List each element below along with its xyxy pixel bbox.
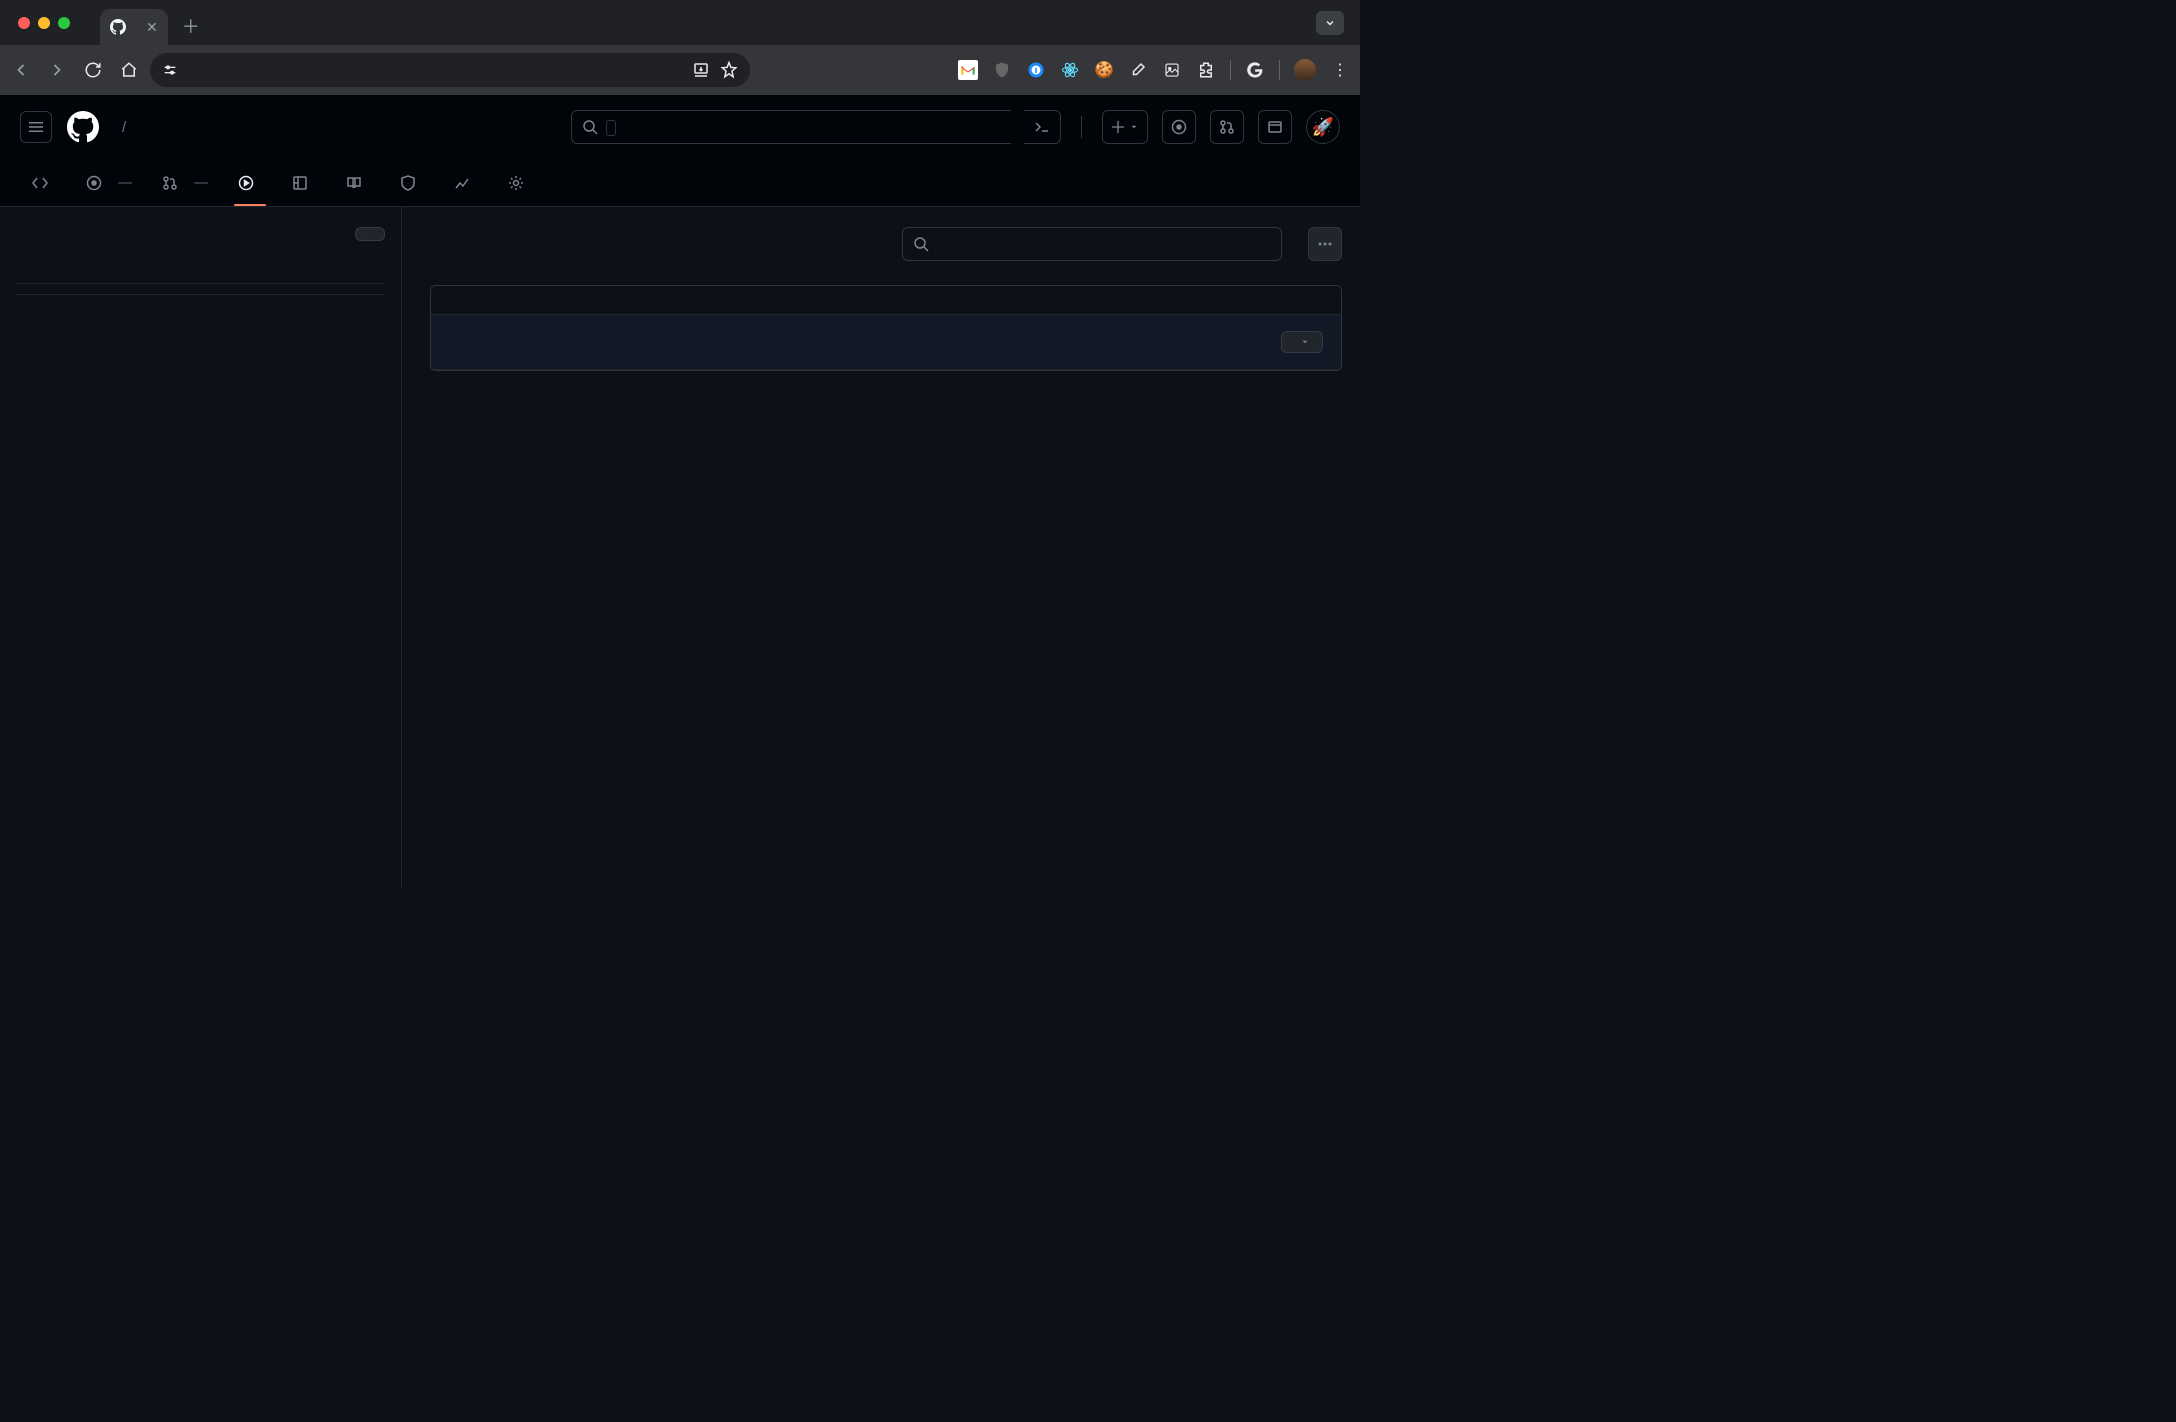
project-icon	[292, 175, 308, 191]
new-workflow-button[interactable]	[355, 227, 385, 241]
ublock-extension-icon[interactable]	[992, 60, 1012, 80]
bookmark-icon[interactable]	[720, 61, 738, 79]
user-avatar-button[interactable]: 🚀	[1306, 110, 1340, 144]
rocket-icon: 🚀	[1312, 117, 1334, 138]
reload-button[interactable]	[82, 59, 104, 81]
workflow-main	[402, 207, 1360, 889]
github-search[interactable]	[571, 110, 1011, 144]
breadcrumb-separator: /	[122, 119, 126, 136]
nav-menu-button[interactable]	[20, 111, 52, 143]
tab-security[interactable]	[388, 161, 436, 205]
react-devtools-extension-icon[interactable]	[1060, 60, 1080, 80]
close-window-button[interactable]	[18, 17, 30, 29]
pr-icon	[162, 175, 178, 191]
issues-count-badge	[118, 182, 132, 184]
close-tab-icon[interactable]: ✕	[142, 19, 158, 36]
toolbar-divider	[1230, 60, 1231, 80]
profile-avatar[interactable]	[1294, 59, 1316, 81]
tab-issues[interactable]	[74, 161, 144, 205]
search-icon	[582, 119, 598, 135]
notifications-button[interactable]	[1258, 110, 1292, 144]
minimize-window-button[interactable]	[38, 17, 50, 29]
github-header: / 🚀	[0, 95, 1360, 159]
issues-global-button[interactable]	[1162, 110, 1196, 144]
graph-icon	[454, 175, 470, 191]
chrome-menu-button[interactable]: ⋮	[1330, 60, 1350, 80]
address-bar[interactable]	[150, 53, 750, 87]
pixel-extension-icon[interactable]	[1162, 60, 1182, 80]
github-favicon-icon	[110, 19, 126, 35]
runs-container	[430, 285, 1342, 371]
dispatch-banner	[431, 315, 1341, 370]
browser-tab[interactable]: ✕	[100, 9, 168, 45]
search-prompt	[606, 119, 616, 135]
tabs-dropdown-button[interactable]	[1316, 11, 1344, 35]
extensions-button[interactable]	[1196, 60, 1216, 80]
gmail-extension-icon[interactable]	[958, 60, 978, 80]
eyedropper-extension-icon[interactable]	[1128, 60, 1148, 80]
actions-sidebar	[0, 207, 402, 889]
command-palette-button[interactable]	[1024, 110, 1061, 144]
play-icon	[238, 175, 254, 191]
tab-settings[interactable]	[496, 161, 544, 205]
create-new-button[interactable]	[1102, 110, 1148, 144]
google-account-icon[interactable]	[1245, 60, 1265, 80]
tab-insights[interactable]	[442, 161, 490, 205]
repo-nav	[0, 159, 1360, 207]
home-button[interactable]	[118, 59, 140, 81]
sidebar-divider	[16, 294, 385, 295]
header-divider	[1081, 116, 1082, 138]
1password-extension-icon[interactable]	[1026, 60, 1046, 80]
code-icon	[32, 175, 48, 191]
browser-titlebar: ✕ ＋	[0, 0, 1360, 45]
github-logo-icon[interactable]	[66, 110, 100, 144]
runs-header	[431, 286, 1341, 315]
tab-wiki[interactable]	[334, 161, 382, 205]
back-button[interactable]	[10, 59, 32, 81]
site-settings-icon[interactable]	[162, 62, 178, 78]
browser-toolbar: 🍪 ⋮	[0, 45, 1360, 95]
extension-icons: 🍪 ⋮	[958, 59, 1350, 81]
prs-count-badge	[194, 182, 208, 184]
toolbar-divider	[1279, 60, 1280, 80]
window-controls	[18, 17, 70, 29]
caret-down-icon	[1300, 337, 1310, 347]
book-icon	[346, 175, 362, 191]
forward-button[interactable]	[46, 59, 68, 81]
run-workflow-button[interactable]	[1281, 331, 1323, 353]
tab-projects[interactable]	[280, 161, 328, 205]
tab-code[interactable]	[20, 161, 68, 205]
cookie-extension-icon[interactable]: 🍪	[1094, 60, 1114, 80]
new-tab-button[interactable]: ＋	[182, 13, 200, 39]
tab-pull-requests[interactable]	[150, 161, 220, 205]
all-workflows-link[interactable]	[16, 257, 385, 273]
gear-icon	[508, 175, 524, 191]
caret-down-icon	[1129, 122, 1139, 132]
maximize-window-button[interactable]	[58, 17, 70, 29]
search-icon	[913, 236, 929, 252]
kebab-icon	[1317, 236, 1333, 252]
issue-icon	[86, 175, 102, 191]
shield-icon	[400, 175, 416, 191]
sidebar-divider	[16, 283, 385, 284]
repo-breadcrumb: /	[114, 119, 134, 136]
install-app-icon[interactable]	[692, 61, 710, 79]
filter-runs-input[interactable]	[902, 227, 1282, 261]
workflow-menu-button[interactable]	[1308, 227, 1342, 261]
pull-requests-global-button[interactable]	[1210, 110, 1244, 144]
tab-actions[interactable]	[226, 161, 274, 205]
